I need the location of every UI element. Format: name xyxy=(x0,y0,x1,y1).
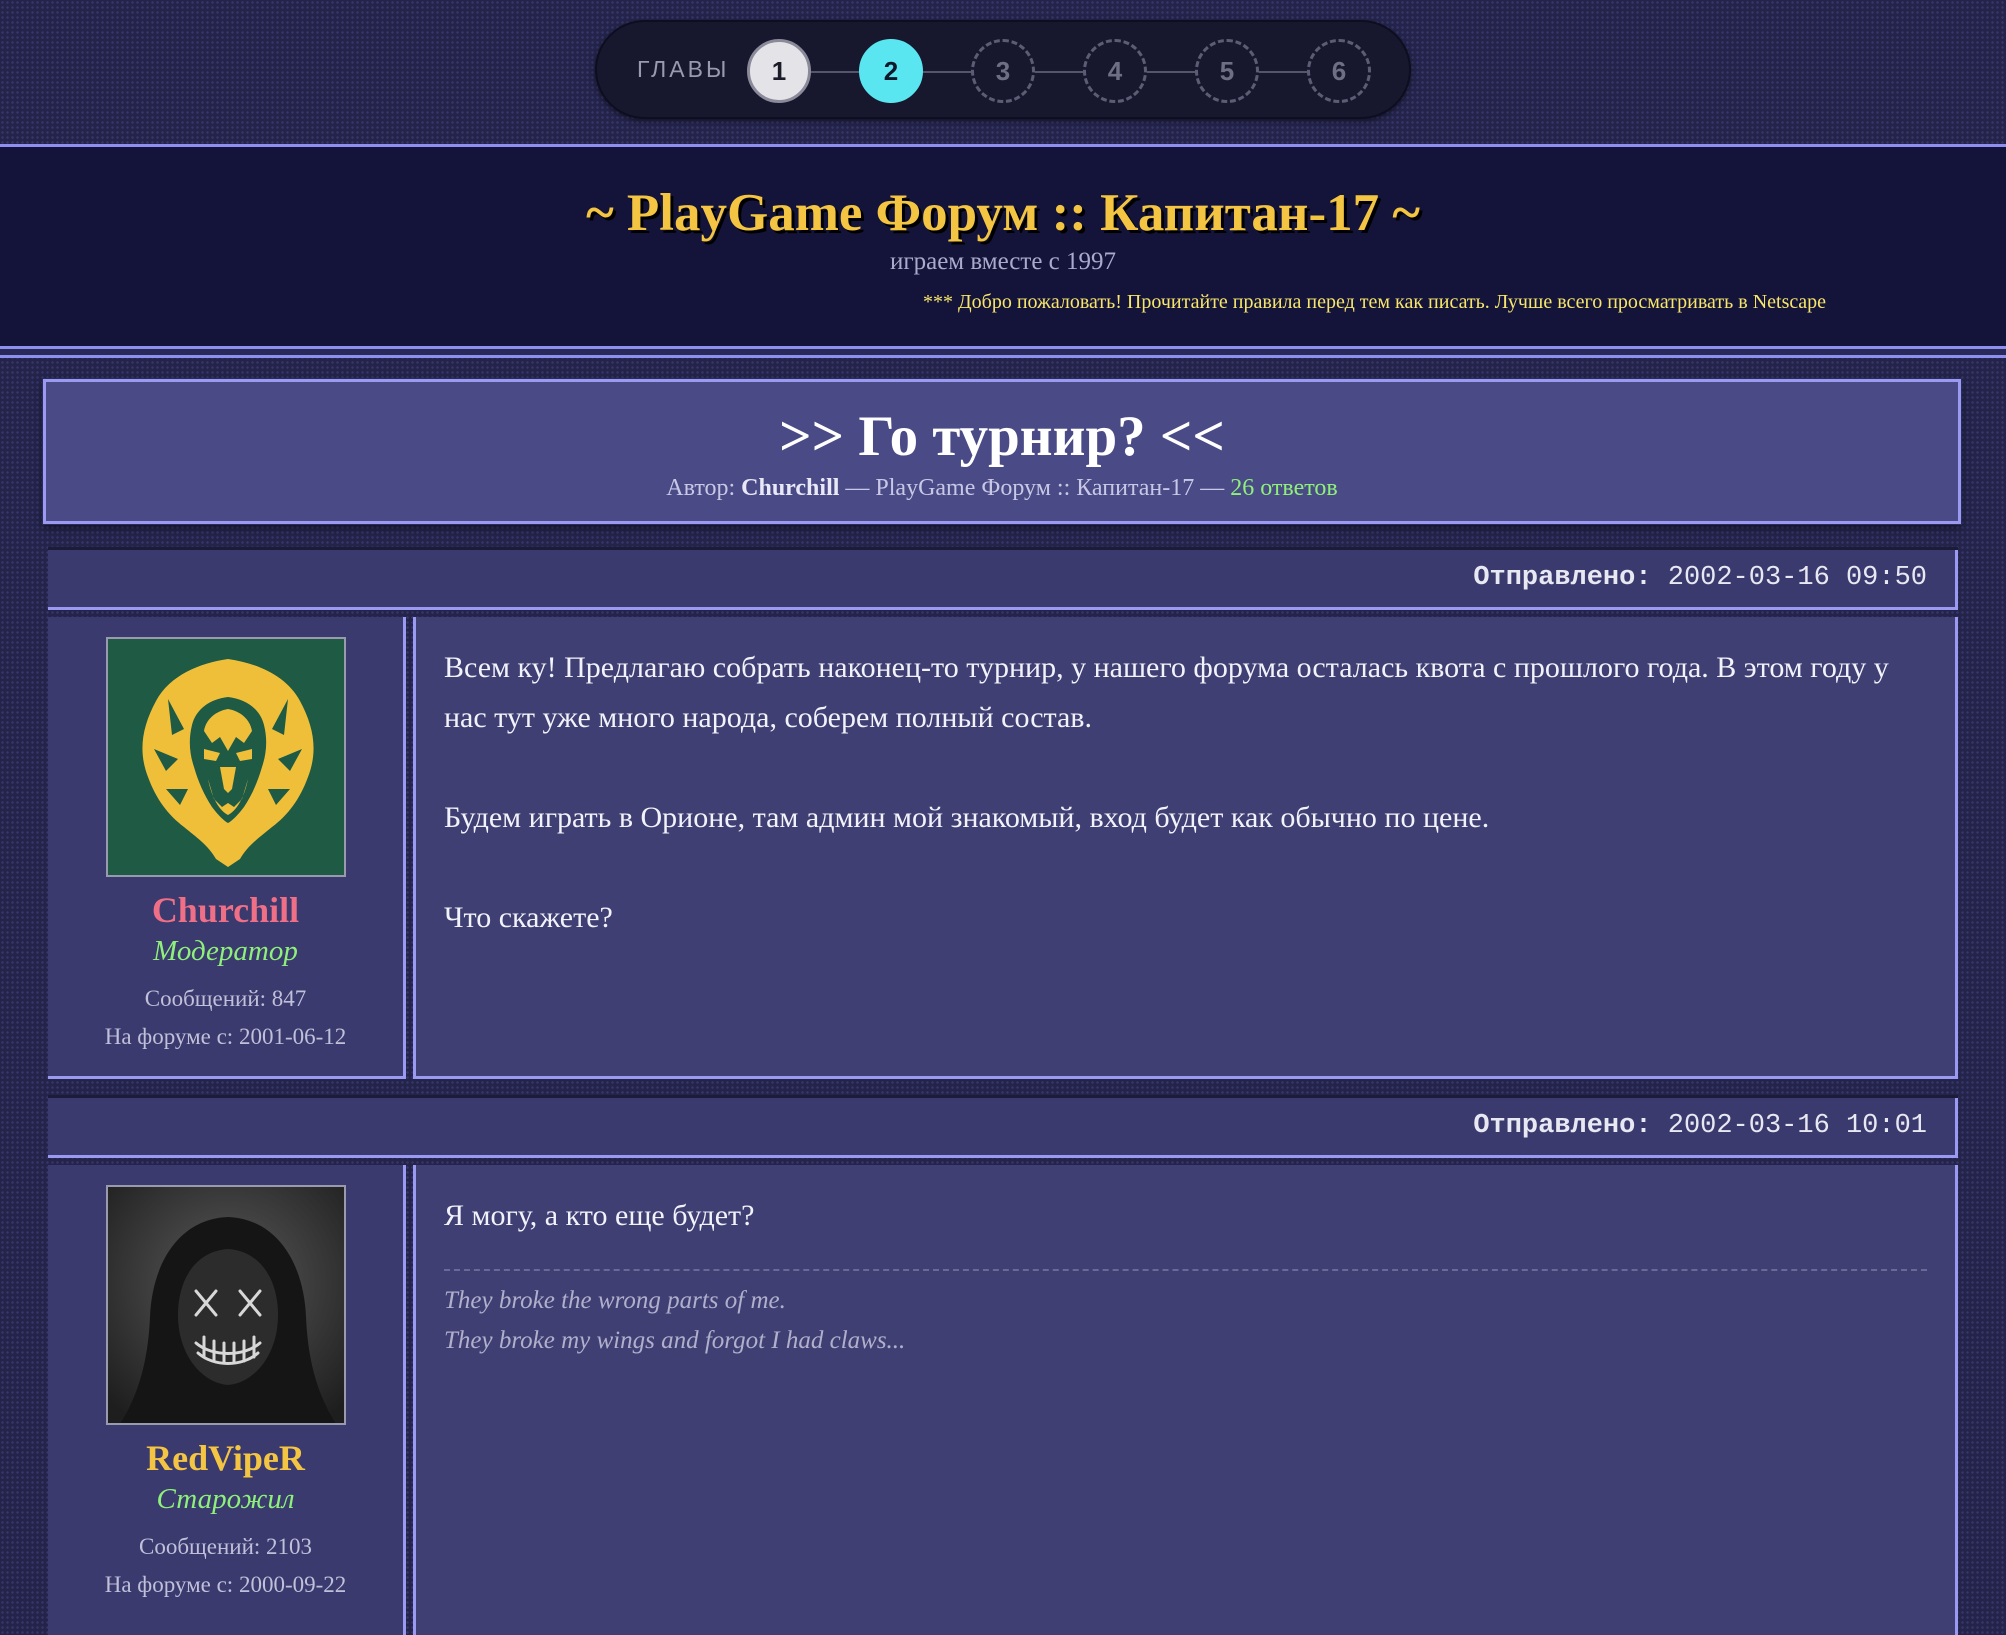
post-user-info: RedVipeR Старожил Сообщений: 2103 На фор… xyxy=(48,1165,406,1635)
post-date-label: Отправлено: xyxy=(1473,563,1652,593)
thread-forum: — PlayGame Форум :: Капитан-17 — xyxy=(845,475,1225,501)
post-header: Отправлено: 2002-03-16 09:50 xyxy=(48,550,1958,610)
thread-author-link[interactable]: Churchill xyxy=(741,475,839,501)
welcome-marquee: *** Добро пожаловать! Прочитайте правила… xyxy=(923,291,1826,313)
chapter-6-button[interactable]: 6 xyxy=(1307,39,1371,103)
chapter-5-button[interactable]: 5 xyxy=(1195,39,1259,103)
thread-meta: Автор: Churchill — PlayGame Форум :: Кап… xyxy=(46,475,1958,502)
post-message: Всем ку! Предлагаю собрать наконец-то ту… xyxy=(413,617,1958,1079)
chapter-1-button[interactable]: 1 xyxy=(747,39,811,103)
chapter-2-label: 2 xyxy=(883,55,899,86)
site-banner: ~ PlayGame Форум :: Капитан-17 ~ играем … xyxy=(0,144,2006,354)
post-date-value: 2002-03-16 09:50 xyxy=(1667,563,1927,593)
post-date: Отправлено: 2002-03-16 09:50 xyxy=(1473,563,1927,593)
username[interactable]: Churchill xyxy=(48,889,403,931)
chapter-4-button[interactable]: 4 xyxy=(1083,39,1147,103)
post-user-info: Churchill Модератор Сообщений: 847 На фо… xyxy=(48,617,406,1079)
post-paragraph: Я могу, а кто еще будет? xyxy=(444,1199,755,1232)
post-message: Я могу, а кто еще будет? They broke the … xyxy=(413,1165,1958,1635)
post-date-value: 2002-03-16 10:01 xyxy=(1667,1111,1927,1141)
username[interactable]: RedVipeR xyxy=(48,1437,403,1479)
signature-divider xyxy=(444,1269,1927,1271)
replies-count: 26 ответов xyxy=(1230,475,1338,501)
thread-title: >> Го турнир? << xyxy=(779,405,1225,468)
thread-header: >> Го турнир? << Автор: Churchill — Play… xyxy=(43,379,1961,524)
post-header: Отправлено: 2002-03-16 10:01 xyxy=(48,1098,1958,1158)
post-date-label: Отправлено: xyxy=(1473,1111,1652,1141)
user-joined-date: На форуме с: 2000-09-22 xyxy=(104,1572,347,1597)
post-paragraph: Всем ку! Предлагаю собрать наконец-то ту… xyxy=(444,651,1889,734)
signature-line: They broke my wings and forgot I had cla… xyxy=(444,1327,906,1354)
post-paragraph: Будем играть в Орионе, там админ мой зна… xyxy=(444,801,1490,834)
chapter-3-label: 3 xyxy=(995,55,1011,86)
site-title: ~ PlayGame Форум :: Капитан-17 ~ xyxy=(586,184,1420,242)
post-date: Отправлено: 2002-03-16 10:01 xyxy=(1473,1111,1927,1141)
chapter-6-label: 6 xyxy=(1331,55,1347,86)
chapters-nav: ГЛАВЫ 1 2 3 4 5 6 xyxy=(595,20,1411,119)
user-post-count: Сообщений: 847 xyxy=(144,986,307,1011)
signature-line: They broke the wrong parts of me. xyxy=(444,1287,786,1314)
lion-icon[interactable] xyxy=(106,637,346,877)
chapter-5-label: 5 xyxy=(1219,55,1235,86)
user-rank: Старожил xyxy=(156,1483,295,1515)
hooded-mask-icon[interactable] xyxy=(106,1185,346,1425)
chapter-3-button[interactable]: 3 xyxy=(971,39,1035,103)
user-rank: Модератор xyxy=(153,935,298,967)
post-paragraph: Что скажете? xyxy=(444,901,613,934)
author-label: Автор: xyxy=(666,475,736,501)
chapter-2-button[interactable]: 2 xyxy=(859,39,923,103)
user-joined-date: На форуме с: 2001-06-12 xyxy=(104,1024,347,1049)
chapter-1-label: 1 xyxy=(771,55,787,86)
chapters-label: ГЛАВЫ xyxy=(637,56,730,82)
chapter-4-label: 4 xyxy=(1107,55,1123,86)
site-subtitle: играем вместе с 1997 xyxy=(889,248,1117,275)
banner-divider xyxy=(0,346,2006,358)
user-post-count: Сообщений: 2103 xyxy=(138,1534,313,1559)
